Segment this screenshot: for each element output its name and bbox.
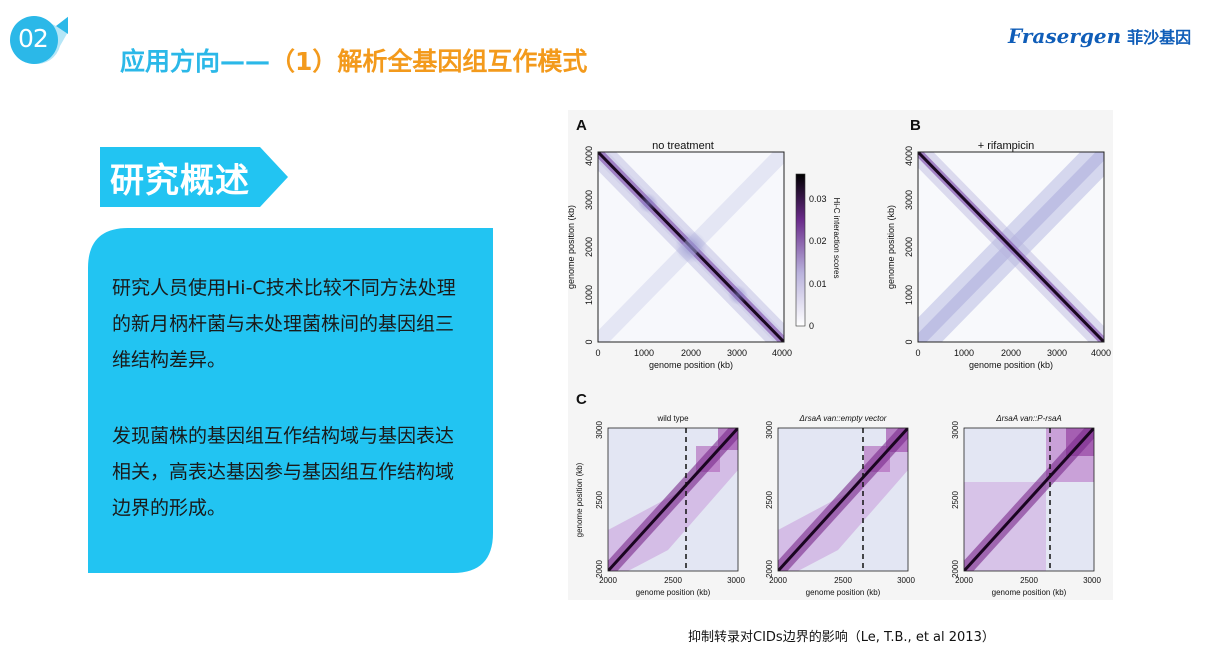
figure-caption: 抑制转录对CIDs边界的影响（Le, T.B., et al 2013） <box>688 630 995 645</box>
panel-c-ytick: 2500 <box>951 491 960 509</box>
panel-b-ytick: 3000 <box>904 190 914 210</box>
panel-c-xtick: 2500 <box>1020 576 1038 585</box>
panel-b-ytick: 1000 <box>904 285 914 305</box>
colorbar-label: Hi-C interaction scores <box>832 198 841 279</box>
panel-c-ytick: 3000 <box>595 421 604 439</box>
panel-c-ylabel: genome position (kb) <box>575 462 584 537</box>
panel-c-xlabel: genome position (kb) <box>992 588 1067 597</box>
panel-a-xtick: 4000 <box>772 348 792 358</box>
panel-b-xtick: 1000 <box>954 348 974 358</box>
panel-c2-heatmap <box>778 428 908 571</box>
panel-a-ytick: 3000 <box>584 190 594 210</box>
summary-paragraph-1: 研究人员使用Hi-C技术比较不同方法处理的新月柄杆菌与未处理菌株间的基因组三维结… <box>112 277 456 371</box>
panel-c1-title: wild type <box>656 414 689 423</box>
panel-b-heatmap <box>918 152 1104 342</box>
summary-tag-label: 研究概述 <box>110 161 250 201</box>
hic-figure: A no treatment 0 1000 2000 3000 4000 gen… <box>568 110 1113 600</box>
page-title: 应用方向——（1）解析全基因组互作模式 <box>120 42 587 78</box>
panel-c2-title: ΔrsaA van::empty vector <box>799 414 887 423</box>
panel-c3-heatmap <box>964 428 1094 571</box>
panel-c-letter: C <box>576 391 587 408</box>
colorbar-tick: 0.03 <box>809 194 827 204</box>
brand-name-en: Frasergen <box>1008 24 1122 48</box>
panel-c-ytick: 2000 <box>595 560 604 578</box>
panel-b-xtick: 3000 <box>1047 348 1067 358</box>
colorbar-tick: 0.02 <box>809 236 827 246</box>
panel-c1-heatmap <box>608 428 738 571</box>
panel-a-xtick: 1000 <box>634 348 654 358</box>
panel-c-xlabel: genome position (kb) <box>636 588 711 597</box>
panel-a-xtick: 3000 <box>727 348 747 358</box>
panel-a-ytick: 4000 <box>584 146 594 166</box>
panel-a-xtick: 2000 <box>681 348 701 358</box>
brand-logo: Frasergen 菲沙基因 <box>1008 24 1191 48</box>
panel-c-ytick: 3000 <box>765 421 774 439</box>
panel-b-xtick: 4000 <box>1091 348 1111 358</box>
colorbar <box>795 173 806 327</box>
panel-c-xtick: 2500 <box>664 576 682 585</box>
panel-c3-title: ΔrsaA van::P-rsaA <box>995 414 1062 423</box>
brand-name-cn: 菲沙基因 <box>1127 28 1192 47</box>
panel-a-ylabel: genome position (kb) <box>568 205 576 289</box>
panel-c-xtick: 3000 <box>727 576 745 585</box>
panel-a-ytick: 2000 <box>584 237 594 257</box>
panel-b-ytick: 4000 <box>904 146 914 166</box>
panel-a-title: no treatment <box>652 140 714 152</box>
panel-b-xtick: 0 <box>915 348 920 358</box>
summary-paragraph-2: 发现菌株的基因组互作结构域与基因表达相关，高表达基因参与基因组互作结构域边界的形… <box>112 425 455 519</box>
panel-a-letter: A <box>576 117 587 134</box>
panel-c-ytick: 2500 <box>595 491 604 509</box>
panel-a-xlabel: genome position (kb) <box>649 360 733 370</box>
panel-b-ytick: 2000 <box>904 237 914 257</box>
panel-b-title: + rifampicin <box>978 140 1035 152</box>
panel-b-ytick: 0 <box>904 339 914 344</box>
title-main: 应用方向—— <box>120 47 271 76</box>
panel-c-ytick: 2500 <box>765 491 774 509</box>
panel-c-ytick: 2000 <box>951 560 960 578</box>
colorbar-tick: 0 <box>809 321 814 331</box>
panel-a-xtick: 0 <box>595 348 600 358</box>
panel-b-letter: B <box>910 117 921 134</box>
panel-c-ytick: 2000 <box>765 560 774 578</box>
panel-a-ytick: 0 <box>584 339 594 344</box>
colorbar-tick: 0.01 <box>809 279 827 289</box>
panel-b-xlabel: genome position (kb) <box>969 360 1053 370</box>
section-number: 02 <box>18 24 49 53</box>
panel-c-xlabel: genome position (kb) <box>806 588 881 597</box>
panel-c-xtick: 3000 <box>897 576 915 585</box>
panel-c-xtick: 3000 <box>1083 576 1101 585</box>
panel-b-xtick: 2000 <box>1001 348 1021 358</box>
panel-a-ytick: 1000 <box>584 285 594 305</box>
panel-c-ytick: 3000 <box>951 421 960 439</box>
panel-c-xtick: 2500 <box>834 576 852 585</box>
panel-a-heatmap <box>598 152 784 342</box>
panel-b-ylabel: genome position (kb) <box>886 205 896 289</box>
title-sub: （1）解析全基因组互作模式 <box>270 47 588 76</box>
